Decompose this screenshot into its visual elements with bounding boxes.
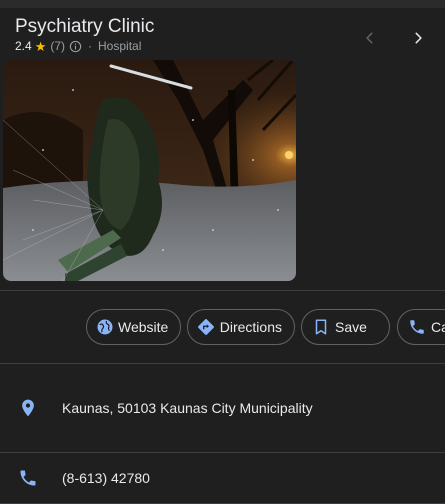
bookmark-icon — [311, 317, 331, 337]
address-row[interactable]: Kaunas, 50103 Kaunas City Municipality — [0, 388, 445, 428]
call-label: Ca — [431, 319, 445, 335]
save-label: Save — [335, 319, 367, 335]
action-buttons: Website Directions Save Ca — [86, 309, 445, 345]
info-icon[interactable] — [69, 40, 82, 53]
divider — [0, 363, 445, 364]
rating-value: 2.4 — [15, 39, 32, 53]
save-button[interactable]: Save — [301, 309, 390, 345]
location-pin-icon — [16, 396, 40, 420]
call-button[interactable]: Ca — [397, 309, 445, 345]
star-icon: ★ — [34, 38, 47, 54]
phone-icon — [16, 466, 40, 490]
place-header: Psychiatry Clinic 2.4 ★ (7) · Hospital — [0, 8, 445, 60]
directions-label: Directions — [219, 319, 282, 335]
chevron-right-icon[interactable] — [406, 26, 430, 50]
divider — [0, 290, 445, 291]
website-label: Website — [118, 319, 169, 335]
address-text: Kaunas, 50103 Kaunas City Municipality — [62, 400, 313, 416]
globe-icon — [96, 317, 114, 337]
meta-separator: · — [88, 39, 93, 53]
phone-row[interactable]: (8-613) 42780 — [0, 458, 445, 498]
place-photo[interactable] — [3, 60, 296, 281]
review-count[interactable]: (7) — [50, 39, 65, 53]
place-title: Psychiatry Clinic — [15, 16, 155, 37]
place-meta: 2.4 ★ (7) · Hospital — [15, 39, 141, 53]
website-button[interactable]: Website — [86, 309, 181, 345]
phone-text: (8-613) 42780 — [62, 470, 150, 486]
top-strip — [0, 0, 445, 8]
phone-icon — [407, 317, 427, 337]
place-category[interactable]: Hospital — [98, 39, 141, 53]
directions-icon — [197, 317, 216, 337]
directions-button[interactable]: Directions — [187, 309, 295, 345]
chevron-left-icon[interactable] — [358, 26, 382, 50]
divider — [0, 452, 445, 453]
